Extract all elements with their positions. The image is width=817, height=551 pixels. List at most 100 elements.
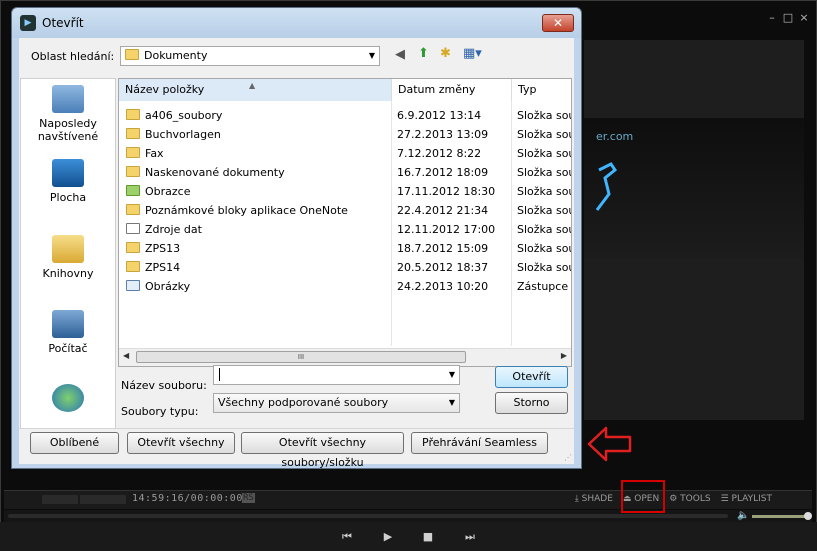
place-computer[interactable]: Počítač: [21, 310, 115, 355]
chevron-down-icon: ▼: [448, 370, 455, 379]
shortcut-icon: [126, 280, 140, 291]
file-name: ZPS14: [145, 261, 181, 274]
file-date-cell: 12.11.2012 17:00: [397, 223, 496, 236]
file-type-cell: Složka sou: [517, 204, 572, 217]
file-name-cell: Zdroje dat: [126, 220, 202, 239]
app-icon: ▶: [20, 15, 36, 31]
seamless-playback-button[interactable]: Přehrávání Seamless: [411, 432, 548, 454]
file-list[interactable]: Název položky ▲ Datum změny Typ a406_sou…: [118, 78, 572, 367]
folder-icon: [126, 109, 140, 120]
place-label: Knihovny: [42, 267, 94, 280]
filename-input[interactable]: ▼: [213, 365, 460, 385]
file-name-cell: ZPS14: [126, 258, 180, 277]
open-button[interactable]: Otevřít: [495, 366, 568, 388]
file-name-cell: Obrazce: [126, 182, 191, 201]
filetype-label: Soubory typu:: [121, 405, 199, 418]
table-row[interactable]: Zdroje dat 12.11.2012 17:00 Složka sou: [119, 220, 572, 239]
scroll-left-icon[interactable]: ◀: [123, 351, 129, 360]
column-header-date[interactable]: Datum změny: [392, 79, 512, 101]
view-menu-icon[interactable]: ▦▾: [463, 46, 482, 61]
timecode: 14:59:16/00:00:00: [132, 493, 243, 504]
file-date-cell: 16.7.2012 18:09: [397, 166, 489, 179]
place-recent[interactable]: Naposledy navštívené: [21, 85, 115, 143]
maximize-icon[interactable]: □: [781, 12, 795, 24]
table-row[interactable]: Obrazce 17.11.2012 18:30 Složka sou: [119, 182, 571, 201]
skater-graphic-icon: [595, 162, 618, 211]
filename-label: Název souboru:: [121, 379, 207, 392]
libraries-icon: [52, 235, 84, 263]
file-type-cell: Složka sou: [517, 223, 572, 236]
places-bar: Naposledy navštívené Plocha Knihovny Poč…: [20, 78, 116, 451]
minimize-icon[interactable]: –: [765, 12, 779, 24]
table-row[interactable]: Naskenované dokumenty 16.7.2012 18:09 Slož…: [119, 163, 571, 182]
highlight-box: [621, 480, 665, 513]
filetype-value: Všechny podporované soubory: [218, 396, 389, 409]
volume-knob[interactable]: [804, 512, 812, 520]
table-row[interactable]: ZPS13 18.7.2012 15:09 Složka sou: [119, 239, 571, 258]
close-button[interactable]: ✕: [542, 14, 574, 32]
dialog-titlebar[interactable]: ▶ Otevřít ✕: [12, 8, 581, 38]
stop-icon[interactable]: ■: [413, 530, 443, 543]
horizontal-scrollbar[interactable]: ◀ III ▶: [119, 348, 571, 366]
tools-button[interactable]: ⚙ TOOLS: [669, 494, 710, 504]
table-row[interactable]: ZPS14 20.5.2012 18:37 Složka sou: [119, 258, 571, 277]
look-in-dropdown[interactable]: Dokumenty ▼: [120, 46, 380, 66]
next-icon[interactable]: ⏭: [455, 530, 485, 544]
resize-grip-icon[interactable]: ⋰: [564, 453, 572, 462]
desktop-icon: [52, 159, 84, 187]
place-libraries[interactable]: Knihovny: [21, 235, 115, 280]
up-folder-icon[interactable]: ⬆: [418, 46, 429, 61]
cancel-button[interactable]: Storno: [495, 392, 568, 414]
file-date-cell: 24.2.2013 10:20: [397, 280, 489, 293]
open-all-files-folder-button[interactable]: Otevřít všechny soubory/složku: [241, 432, 404, 469]
seek-bar[interactable]: 🔈: [4, 510, 812, 522]
play-icon[interactable]: ▶: [373, 530, 403, 543]
volume-icon[interactable]: 🔈: [737, 510, 749, 521]
new-folder-icon[interactable]: ✱: [440, 46, 451, 61]
watermark-text: er.com: [596, 130, 634, 143]
column-header-name[interactable]: Název položky ▲: [119, 79, 392, 101]
back-icon[interactable]: ◀: [395, 47, 405, 62]
network-globe-icon: [52, 384, 84, 412]
dialog-bottom-panel: Oblíbené Otevřít všechny Otevřít všechny…: [19, 428, 574, 469]
file-name: Fax: [145, 147, 164, 160]
favorites-button[interactable]: Oblíbené: [30, 432, 119, 454]
folder-icon: [126, 242, 140, 253]
table-row[interactable]: Obrázky 24.2.2013 10:20 Zástupce: [119, 277, 571, 296]
playlist-button[interactable]: ☰ PLAYLIST: [721, 494, 772, 504]
file-name: Zdroje dat: [145, 223, 202, 236]
table-row[interactable]: Buchvorlagen 27.2.2013 13:09 Složka sou: [119, 125, 571, 144]
volume-slider[interactable]: [752, 515, 808, 518]
shade-button[interactable]: ⤓ SHADE: [575, 494, 613, 504]
look-in-label: Oblast hledání:: [31, 50, 115, 63]
table-row[interactable]: Fax 7.12.2012 8:22 Složka sou: [119, 144, 571, 163]
filename-value: [219, 368, 220, 381]
column-header-type[interactable]: Typ: [512, 79, 571, 101]
transport-controls: ⏮ ▶ ■ ⏭: [0, 522, 817, 551]
open-all-button[interactable]: Otevřít všechny: [127, 432, 235, 454]
folder-icon: [126, 128, 140, 139]
file-name-cell: Poznámkové bloky aplikace OneNote: [126, 201, 348, 220]
table-row[interactable]: a406_soubory 6.9.2012 13:14 Složka sou: [119, 106, 571, 125]
scroll-right-icon[interactable]: ▶: [561, 351, 567, 360]
close-icon[interactable]: ×: [797, 12, 811, 24]
scroll-thumb[interactable]: III: [136, 351, 466, 363]
shapes-folder-icon: [126, 185, 140, 196]
table-row[interactable]: Poznámkové bloky aplikace OneNote 22.4.20…: [119, 201, 572, 220]
file-date-cell: 27.2.2013 13:09: [397, 128, 489, 141]
file-date-cell: 18.7.2012 15:09: [397, 242, 489, 255]
file-name: Poznámkové bloky aplikace OneNote: [145, 204, 348, 217]
place-network[interactable]: [21, 384, 115, 416]
player-status-bar: 14:59:16/00:00:00 RS ⤓ SHADE ⏏ OPEN ⚙ TO…: [4, 490, 812, 509]
file-name-cell: a406_soubory: [126, 106, 222, 125]
folder-icon: [126, 204, 140, 215]
file-name-cell: ZPS13: [126, 239, 180, 258]
place-label: Naposledy navštívené: [37, 117, 99, 143]
filetype-dropdown[interactable]: Všechny podporované soubory ▼: [213, 393, 460, 413]
seek-track[interactable]: [8, 514, 728, 518]
previous-icon[interactable]: ⏮: [332, 530, 362, 544]
place-desktop[interactable]: Plocha: [21, 159, 115, 204]
file-name: Obrazce: [145, 185, 191, 198]
file-name-cell: Naskenované dokumenty: [126, 163, 285, 182]
look-in-value: Dokumenty: [144, 49, 208, 62]
